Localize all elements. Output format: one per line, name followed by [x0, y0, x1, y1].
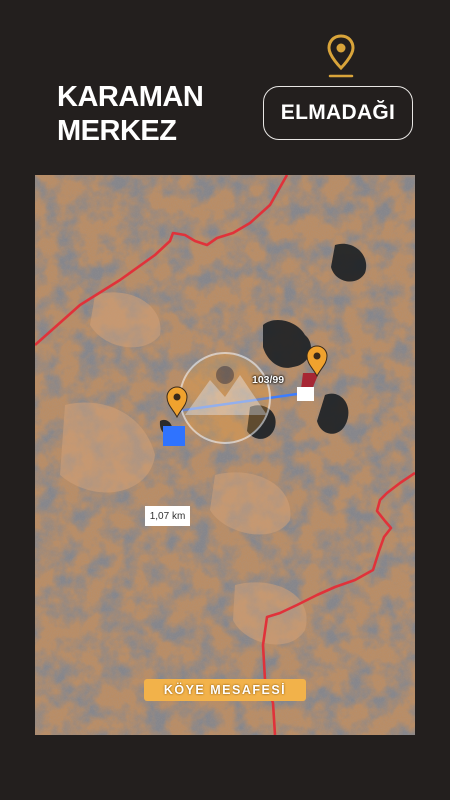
watermark-logo [179, 352, 271, 444]
page-title: KARAMAN MERKEZ [57, 80, 204, 148]
parcel-number: 103/99 [252, 374, 285, 386]
district-label: ELMADAĞI [280, 101, 396, 124]
distance-label: 1,07 km [145, 506, 190, 526]
satellite-map[interactable] [35, 175, 415, 735]
title-line-2: MERKEZ [57, 115, 177, 147]
village-area [163, 426, 185, 446]
village-distance-badge: KÖYE MESAFESİ [144, 679, 306, 701]
title-line-1: KARAMAN [57, 81, 204, 113]
map-canvas [35, 175, 415, 735]
location-pin-icon [327, 34, 355, 78]
parcel-box [297, 387, 314, 401]
district-button[interactable]: ELMADAĞI [263, 86, 413, 140]
